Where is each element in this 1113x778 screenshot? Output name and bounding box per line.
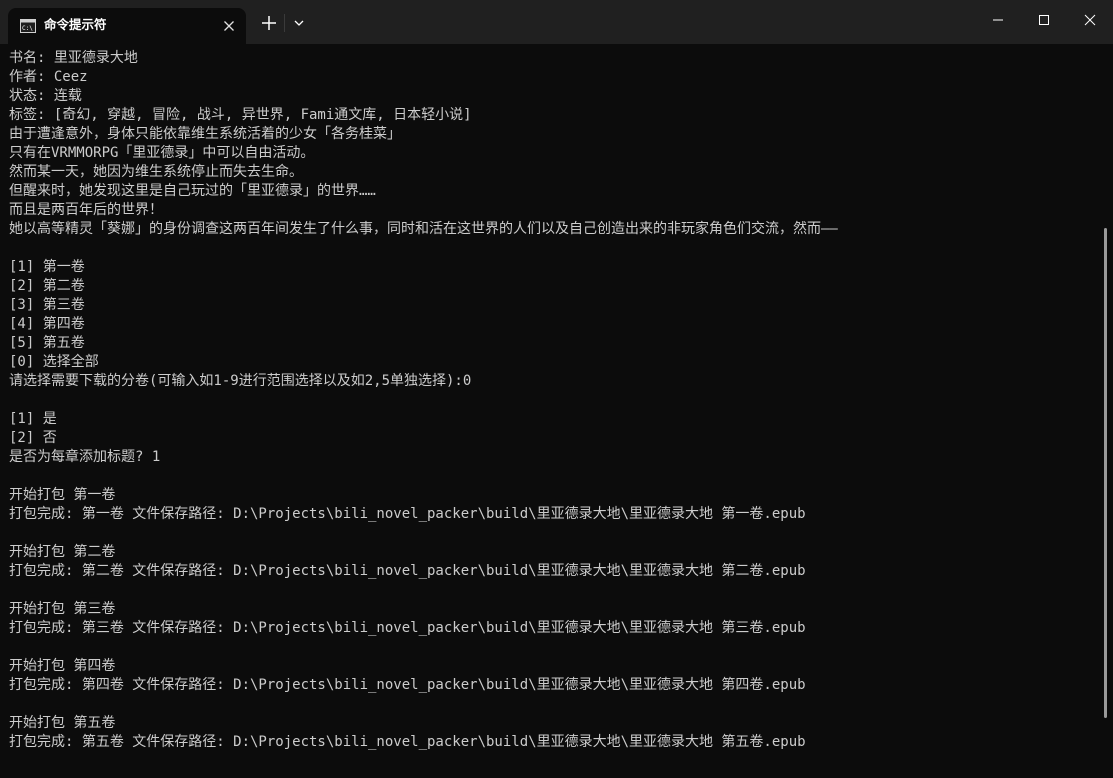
console-line: 开始打包 第一卷 bbox=[9, 487, 116, 503]
tab-command-prompt[interactable]: C:\ 命令提示符 bbox=[8, 8, 246, 44]
plus-icon[interactable] bbox=[258, 12, 280, 34]
console-line: [2] 第二卷 bbox=[9, 278, 85, 294]
console-line: 由于遭逢意外，身体只能依靠维生系统活着的少女「各务桂菜」 bbox=[9, 126, 401, 142]
console-line: 开始打包 第二卷 bbox=[9, 544, 116, 560]
console-line: [3] 第三卷 bbox=[9, 297, 85, 313]
console-lines: 书名: 里亚德录大地 作者: Ceez 状态: 连载标签: [奇幻, 穿越, 冒险,… bbox=[9, 49, 838, 752]
console-line: 请选择需要下载的分卷(可输入如1-9进行范围选择以及如2,5单独选择):0 bbox=[9, 373, 472, 389]
console-line: 开始打包 第五卷 bbox=[9, 715, 116, 731]
close-tab-icon[interactable] bbox=[220, 17, 238, 35]
cmd-console-icon: C:\ bbox=[20, 18, 36, 33]
console-line: 标签: [奇幻, 穿越, 冒险, 战斗, 异世界, Fami通文库, 日本轻小说… bbox=[9, 107, 472, 123]
console-line: 作者: Ceez bbox=[9, 69, 88, 85]
console-output[interactable]: 书名: 里亚德录大地 作者: Ceez 状态: 连载标签: [奇幻, 穿越, 冒险,… bbox=[0, 44, 1100, 778]
console-line: 只有在VRMMORPG「里亚德录」中可以自由活动。 bbox=[9, 145, 315, 161]
console-line: [4] 第四卷 bbox=[9, 316, 85, 332]
tab-title: 命令提示符 bbox=[44, 17, 107, 32]
console-line: 是否为每章添加标题? 1 bbox=[9, 449, 161, 465]
vertical-scrollbar[interactable] bbox=[1104, 228, 1107, 718]
minimize-icon[interactable] bbox=[975, 0, 1021, 40]
console-line: 状态: 连载 bbox=[9, 88, 82, 104]
svg-text:C:\: C:\ bbox=[22, 25, 33, 32]
console-line: 打包完成: 第二卷 文件保存路径: D:\Projects\bili_novel… bbox=[9, 563, 806, 579]
console-line: 打包完成: 第四卷 文件保存路径: D:\Projects\bili_novel… bbox=[9, 677, 806, 693]
console-line: [1] 第一卷 bbox=[9, 259, 85, 275]
console-line: 开始打包 第四卷 bbox=[9, 658, 116, 674]
console-line: [0] 选择全部 bbox=[9, 354, 99, 370]
console-line: 但醒来时，她发现这里是自己玩过的「里亚德录」的世界…… bbox=[9, 183, 376, 199]
console-line: 然而某一天，她因为维生系统停止而失去生命。 bbox=[9, 164, 303, 180]
terminal-window: C:\ 命令提示符 书名: 里亚德录大地 作者: Ceez 状态: 连载 标签:… bbox=[0, 0, 1113, 778]
maximize-icon[interactable] bbox=[1021, 0, 1067, 40]
console-line: [2] 否 bbox=[9, 430, 57, 446]
console-line: 她以高等精灵「葵娜」的身份调查这两百年间发生了什么事，同时和活在这世界的人们以及… bbox=[9, 221, 838, 237]
console-line: [1] 是 bbox=[9, 411, 57, 427]
console-line: 书名: 里亚德录大地 bbox=[9, 50, 138, 66]
console-line: 而且是两百年后的世界！ bbox=[9, 202, 163, 218]
console-line: 打包完成: 第三卷 文件保存路径: D:\Projects\bili_novel… bbox=[9, 620, 806, 636]
console-line: 打包完成: 第五卷 文件保存路径: D:\Projects\bili_novel… bbox=[9, 734, 806, 750]
console-line: 开始打包 第三卷 bbox=[9, 601, 116, 617]
title-bar[interactable]: C:\ 命令提示符 bbox=[0, 0, 1113, 44]
console-line: [5] 第五卷 bbox=[9, 335, 85, 351]
console-line: 打包完成: 第一卷 文件保存路径: D:\Projects\bili_novel… bbox=[9, 506, 806, 522]
chevron-down-icon[interactable] bbox=[288, 12, 310, 34]
toolbar-divider bbox=[284, 14, 285, 32]
close-icon[interactable] bbox=[1067, 0, 1113, 40]
